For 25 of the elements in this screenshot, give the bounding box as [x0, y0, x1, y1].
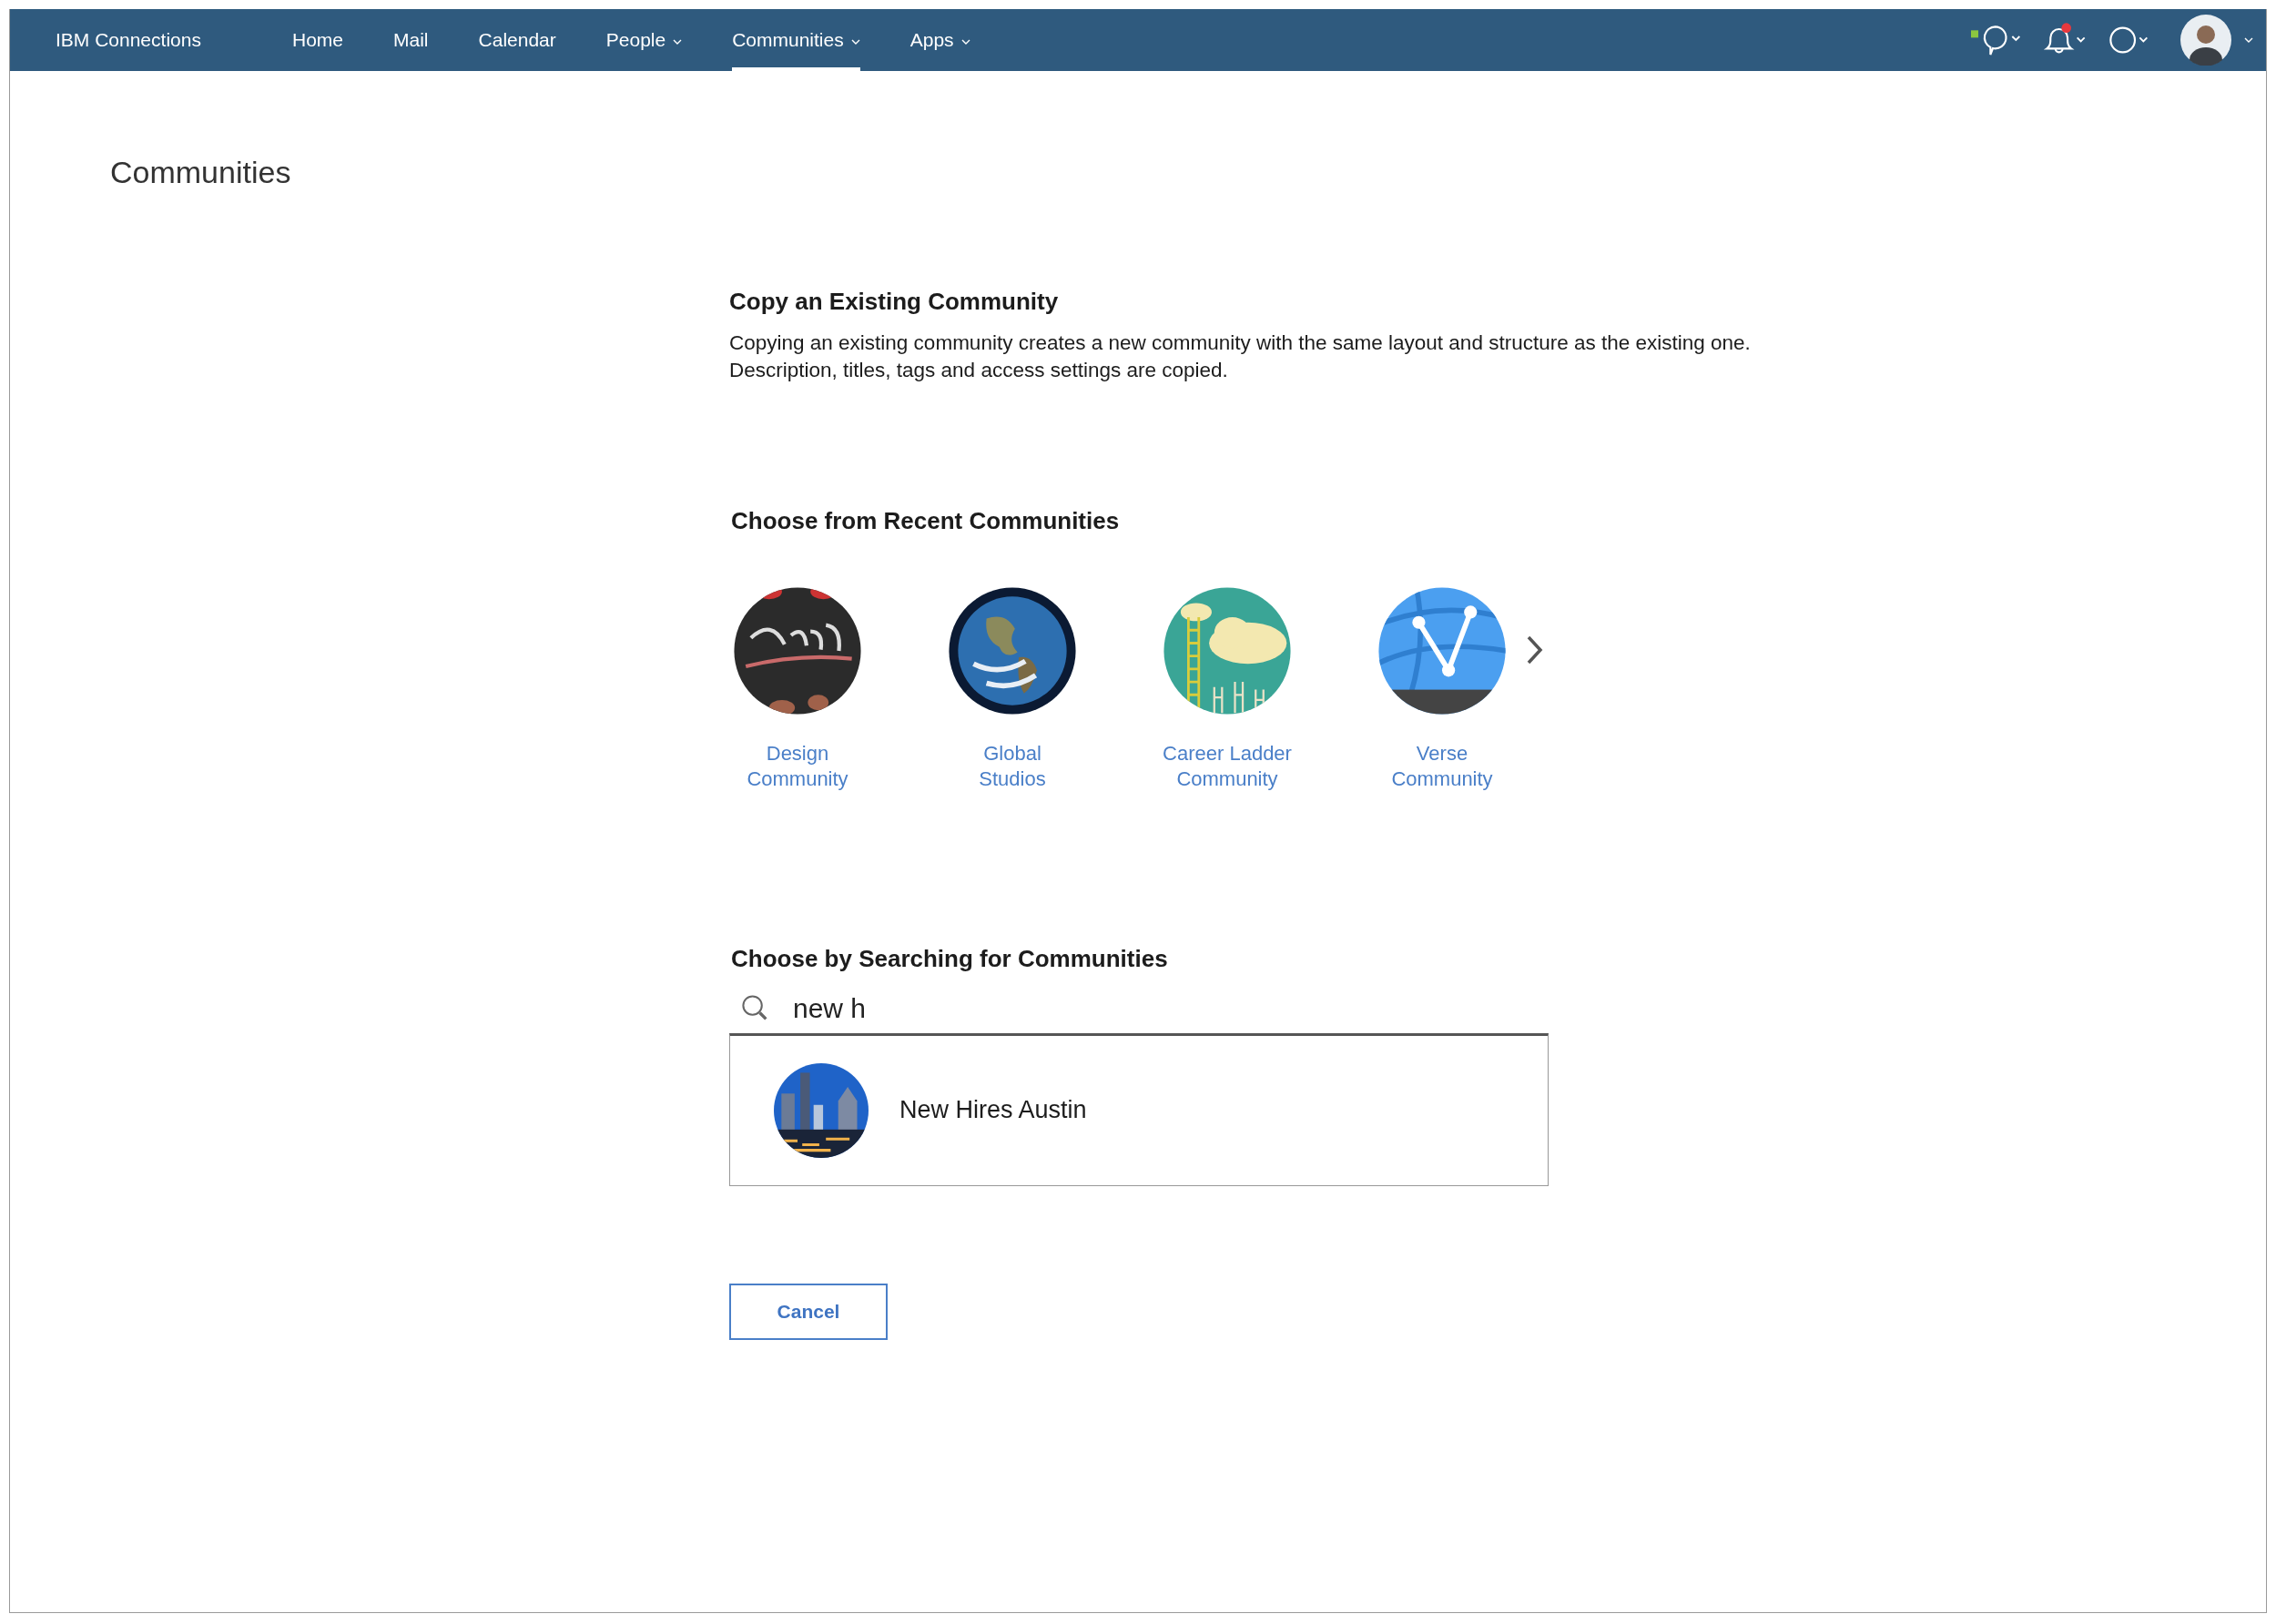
caret-icon[interactable]: [850, 39, 860, 45]
nav-tab[interactable]: Calendar: [478, 9, 556, 71]
community-link[interactable]: Global Studios: [979, 740, 1046, 792]
nav-tab[interactable]: Mail: [393, 9, 429, 71]
nav-tab[interactable]: Home: [292, 9, 344, 71]
nav-tab[interactable]: Apps: [909, 9, 970, 71]
section-heading: Choose by Searching for Communities: [730, 944, 1169, 973]
description-text: Description, titles, tags and access settings are copied.: [729, 357, 1228, 383]
community-link[interactable]: Verse Community: [1391, 740, 1493, 792]
section-heading: Choose from Recent Communities: [730, 506, 1121, 535]
nav-tab[interactable]: Communities: [732, 9, 860, 71]
page-title: Communities: [109, 154, 292, 190]
result-name[interactable]: New Hires Austin: [899, 1096, 1087, 1125]
community-link[interactable]: Career Ladder Community: [1163, 740, 1292, 792]
cancel-button[interactable]: Cancel: [729, 1283, 888, 1340]
nav-tab[interactable]: People: [605, 9, 683, 71]
community-link[interactable]: Design Community: [747, 740, 848, 792]
caret-icon[interactable]: [673, 39, 683, 45]
brand-name[interactable]: IBM Connections: [56, 29, 292, 51]
user-avatar[interactable]: [2180, 15, 2231, 66]
section-heading: Copy an Existing Community: [729, 288, 1060, 317]
description-text: Copying an existing community creates a new community with the same layout and structure as the existing one.: [729, 330, 1751, 356]
caret-icon[interactable]: [2244, 37, 2253, 43]
search-field[interactable]: new h: [793, 992, 1339, 1024]
caret-icon[interactable]: [960, 39, 970, 45]
